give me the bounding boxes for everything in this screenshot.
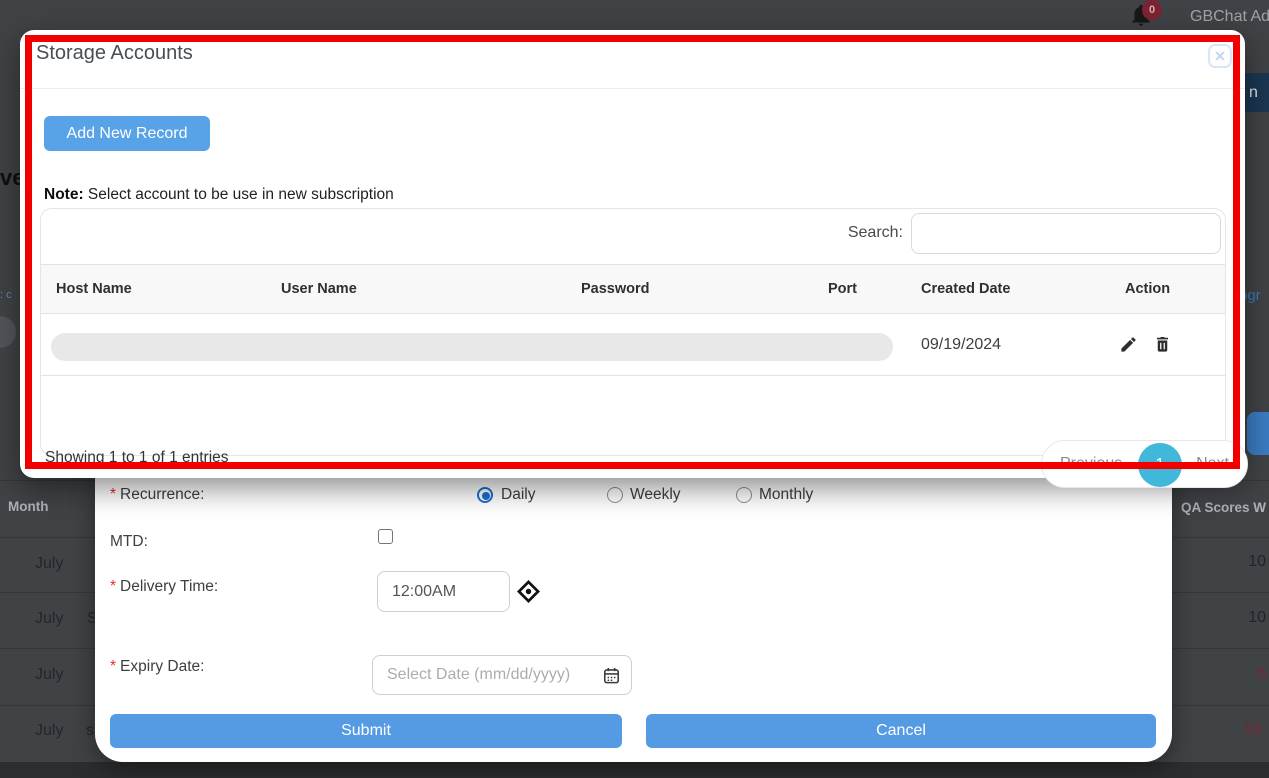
bg-cell-fragment: s [86,722,94,740]
add-new-record-button[interactable]: Add New Record [44,116,210,151]
notification-badge: 0 [1142,0,1162,20]
storage-accounts-modal: Storage Accounts ✕ Add New Record Note: … [20,30,1245,478]
note-label: Note: [44,186,84,203]
bg-cell-score: 10 [1248,609,1266,627]
required-asterisk: * [110,658,116,675]
calendar-icon[interactable] [602,666,621,685]
radio-monthly[interactable] [736,487,752,503]
column-created-date[interactable]: Created Date [921,281,1010,297]
search-label: Search: [848,224,903,242]
radio-monthly-label[interactable]: Monthly [759,486,813,504]
created-date-cell: 09/19/2024 [921,336,1001,354]
background-button-fragment [0,316,16,348]
expiry-date-input[interactable]: Select Date (mm/dd/yyyy) [372,655,632,695]
bg-cell-month: July [35,722,63,740]
radio-daily[interactable] [477,487,493,503]
table-header-row: Host Name User Name Password Port Create… [41,264,1225,314]
note-text: Note: Select account to be use in new su… [44,186,394,204]
close-icon[interactable]: ✕ [1208,44,1232,68]
brand-text: GBChat Ad [1190,8,1269,26]
column-user-name[interactable]: User Name [281,281,357,297]
page-footer-strip [0,762,1269,778]
mtd-label: MTD: [110,533,148,551]
search-input[interactable] [911,213,1221,254]
bg-cell-score: 10 [1248,553,1266,571]
radio-weekly-label[interactable]: Weekly [630,486,681,504]
pagination-previous[interactable]: Previous [1060,455,1122,473]
expiry-date-label: *Expiry Date: [110,658,204,676]
bg-cell-month: July [35,555,63,573]
required-asterisk: * [110,486,116,503]
recurrence-label: *Recurrence: [110,486,204,504]
delivery-time-label: *Delivery Time: [110,578,218,596]
subscription-form-modal: *Recurrence: Daily Weekly Monthly MTD: *… [95,455,1172,762]
accounts-table-card: Search: Host Name User Name Password Por… [40,208,1226,456]
background-navy-button-fragment: n [1243,73,1269,112]
title-divider [20,88,1245,89]
bg-column-month: Month [8,499,48,514]
background-text-fragment: : c [0,289,12,301]
bg-cell-month: July [35,610,63,628]
time-picker-icon[interactable] [516,579,541,604]
entries-summary: Showing 1 to 1 of 1 entries [45,449,229,467]
mtd-checkbox[interactable] [378,529,393,544]
pagination: Previous 1 Next [1041,440,1248,488]
column-password[interactable]: Password [581,281,650,297]
required-asterisk: * [110,578,116,595]
radio-weekly[interactable] [607,487,623,503]
column-action[interactable]: Action [1125,281,1170,297]
delete-icon[interactable] [1153,335,1172,354]
pagination-page-1[interactable]: 1 [1138,443,1182,487]
column-host-name[interactable]: Host Name [56,281,132,297]
column-port[interactable]: Port [828,281,857,297]
pagination-next[interactable]: Next [1196,455,1229,473]
background-blue-button-fragment [1247,412,1269,455]
bg-cell-month: July [35,666,63,684]
bg-cell-score: 58. [1244,721,1266,739]
expiry-date-placeholder: Select Date (mm/dd/yyyy) [387,666,602,684]
radio-daily-label[interactable]: Daily [501,486,535,504]
delivery-time-input[interactable] [377,571,510,612]
redacted-account-data [51,333,893,361]
cancel-button[interactable]: Cancel [646,714,1156,748]
bg-column-qa-scores: QA Scores W [1181,500,1266,515]
submit-button[interactable]: Submit [110,714,622,748]
table-row[interactable]: 09/19/2024 [41,314,1225,376]
edit-icon[interactable] [1119,335,1138,354]
notification-bell-icon[interactable]: 0 [1128,2,1162,32]
modal-title: Storage Accounts [36,42,193,65]
bg-cell-score: 6 [1257,665,1266,683]
